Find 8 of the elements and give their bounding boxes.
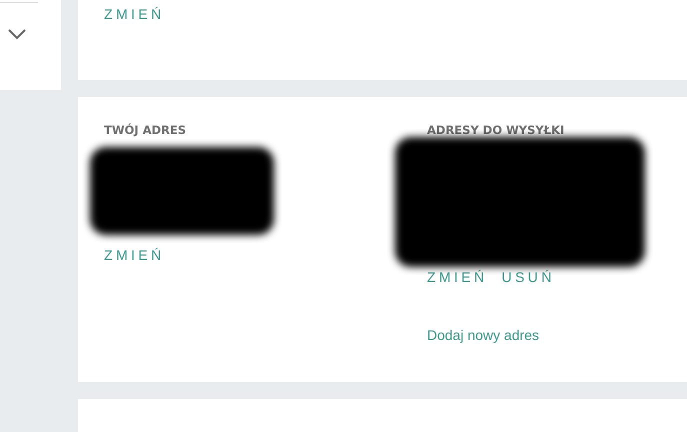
add-address-link[interactable]: Dodaj nowy adres xyxy=(427,327,687,343)
change-link[interactable]: ZMIEŃ xyxy=(427,269,488,285)
change-link[interactable]: ZMIEŃ xyxy=(104,6,165,80)
section-heading: ADRESY DO WYSYŁKI xyxy=(427,123,566,137)
change-link[interactable]: ZMIEŃ xyxy=(104,247,165,263)
chevron-down-icon[interactable] xyxy=(7,27,27,41)
delete-link[interactable]: USUŃ xyxy=(502,269,555,285)
section-heading: TWÓJ ADRES xyxy=(104,123,188,137)
